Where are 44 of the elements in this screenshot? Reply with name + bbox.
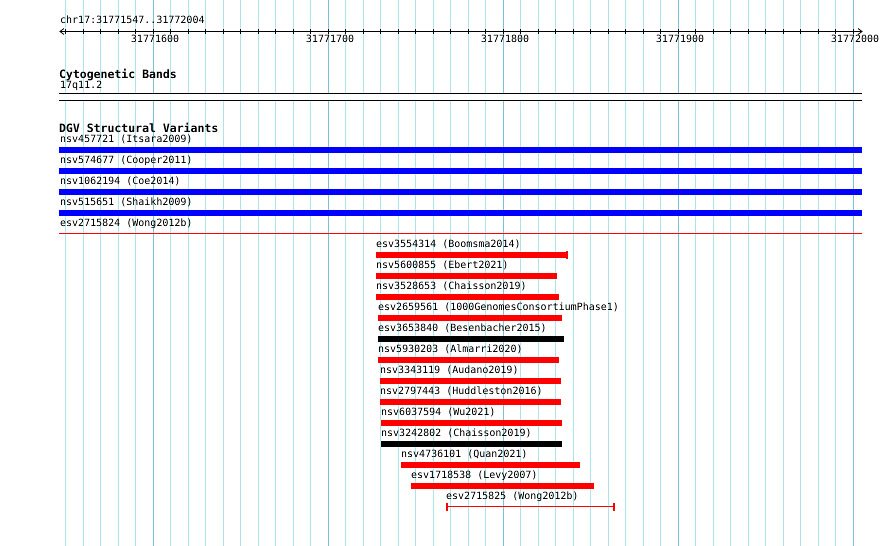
feature-bar[interactable] [380, 399, 561, 405]
tick-label: 31771800 [480, 34, 530, 46]
feature-bar[interactable] [378, 336, 564, 342]
feature-label: nsv4736101 (Quan2021) [401, 449, 528, 461]
feature-bar[interactable] [411, 483, 594, 489]
feature-label: esv3554314 (Boomsma2014) [376, 239, 520, 251]
feature-bar[interactable] [59, 168, 862, 174]
feature-bar[interactable] [59, 189, 862, 195]
feature-label: nsv3528653 (Chaisson2019) [376, 281, 527, 293]
feature-bar[interactable] [378, 315, 562, 321]
feature-label: nsv5930203 (Almarri2020) [378, 344, 522, 356]
feature-label: nsv5600855 (Ebert2021) [376, 260, 508, 272]
tick-label: 31772000 [830, 34, 880, 46]
feature-label: esv1718538 (Levy2007) [411, 470, 538, 482]
tick-label: 31771900 [656, 34, 704, 46]
feature-label: esv2715825 (Wong2012b) [446, 491, 578, 503]
feature-bar[interactable] [381, 420, 562, 426]
feature-label: nsv515651 (Shaikh2009) [60, 197, 192, 209]
feature-bar[interactable] [59, 210, 862, 216]
feature-label: nsv2797443 (Huddleston2016) [380, 386, 543, 398]
tick-label: 31771600 [130, 34, 180, 46]
feature-bar[interactable] [376, 294, 559, 300]
feature-label: esv3653840 (Besenbacher2015) [378, 323, 547, 335]
feature-line[interactable] [446, 503, 615, 511]
feature-label: nsv574677 (Cooper2011) [60, 155, 192, 167]
track-title: Cytogenetic Bands [59, 68, 177, 80]
feature-label: nsv457721 (Itsara2009) [60, 134, 192, 146]
feature-bar[interactable] [381, 441, 562, 447]
location-label: chr17:31771547..31772004 [60, 15, 204, 27]
feature-label: nsv3242802 (Chaisson2019) [381, 428, 532, 440]
feature-bar[interactable] [378, 357, 559, 363]
feature-label: nsv1062194 (Coe2014) [60, 176, 180, 188]
feature-bar[interactable] [380, 378, 561, 384]
feature-bar[interactable] [401, 462, 580, 468]
feature-bar[interactable] [376, 273, 557, 279]
tick-label: 31771700 [306, 34, 354, 46]
track-title: DGV Structural Variants [59, 122, 218, 134]
feature-label: nsv3343119 (Audano2019) [380, 365, 518, 377]
feature-bar[interactable] [376, 252, 568, 258]
feature-label: esv2715824 (Wong2012b) [60, 218, 192, 230]
band-label: 17q11.2 [60, 80, 102, 92]
feature-label: esv2659561 (1000GenomesConsortiumPhase1) [378, 302, 619, 314]
feature-label: nsv6037594 (Wu2021) [381, 407, 496, 419]
feature-bar[interactable] [59, 147, 862, 153]
